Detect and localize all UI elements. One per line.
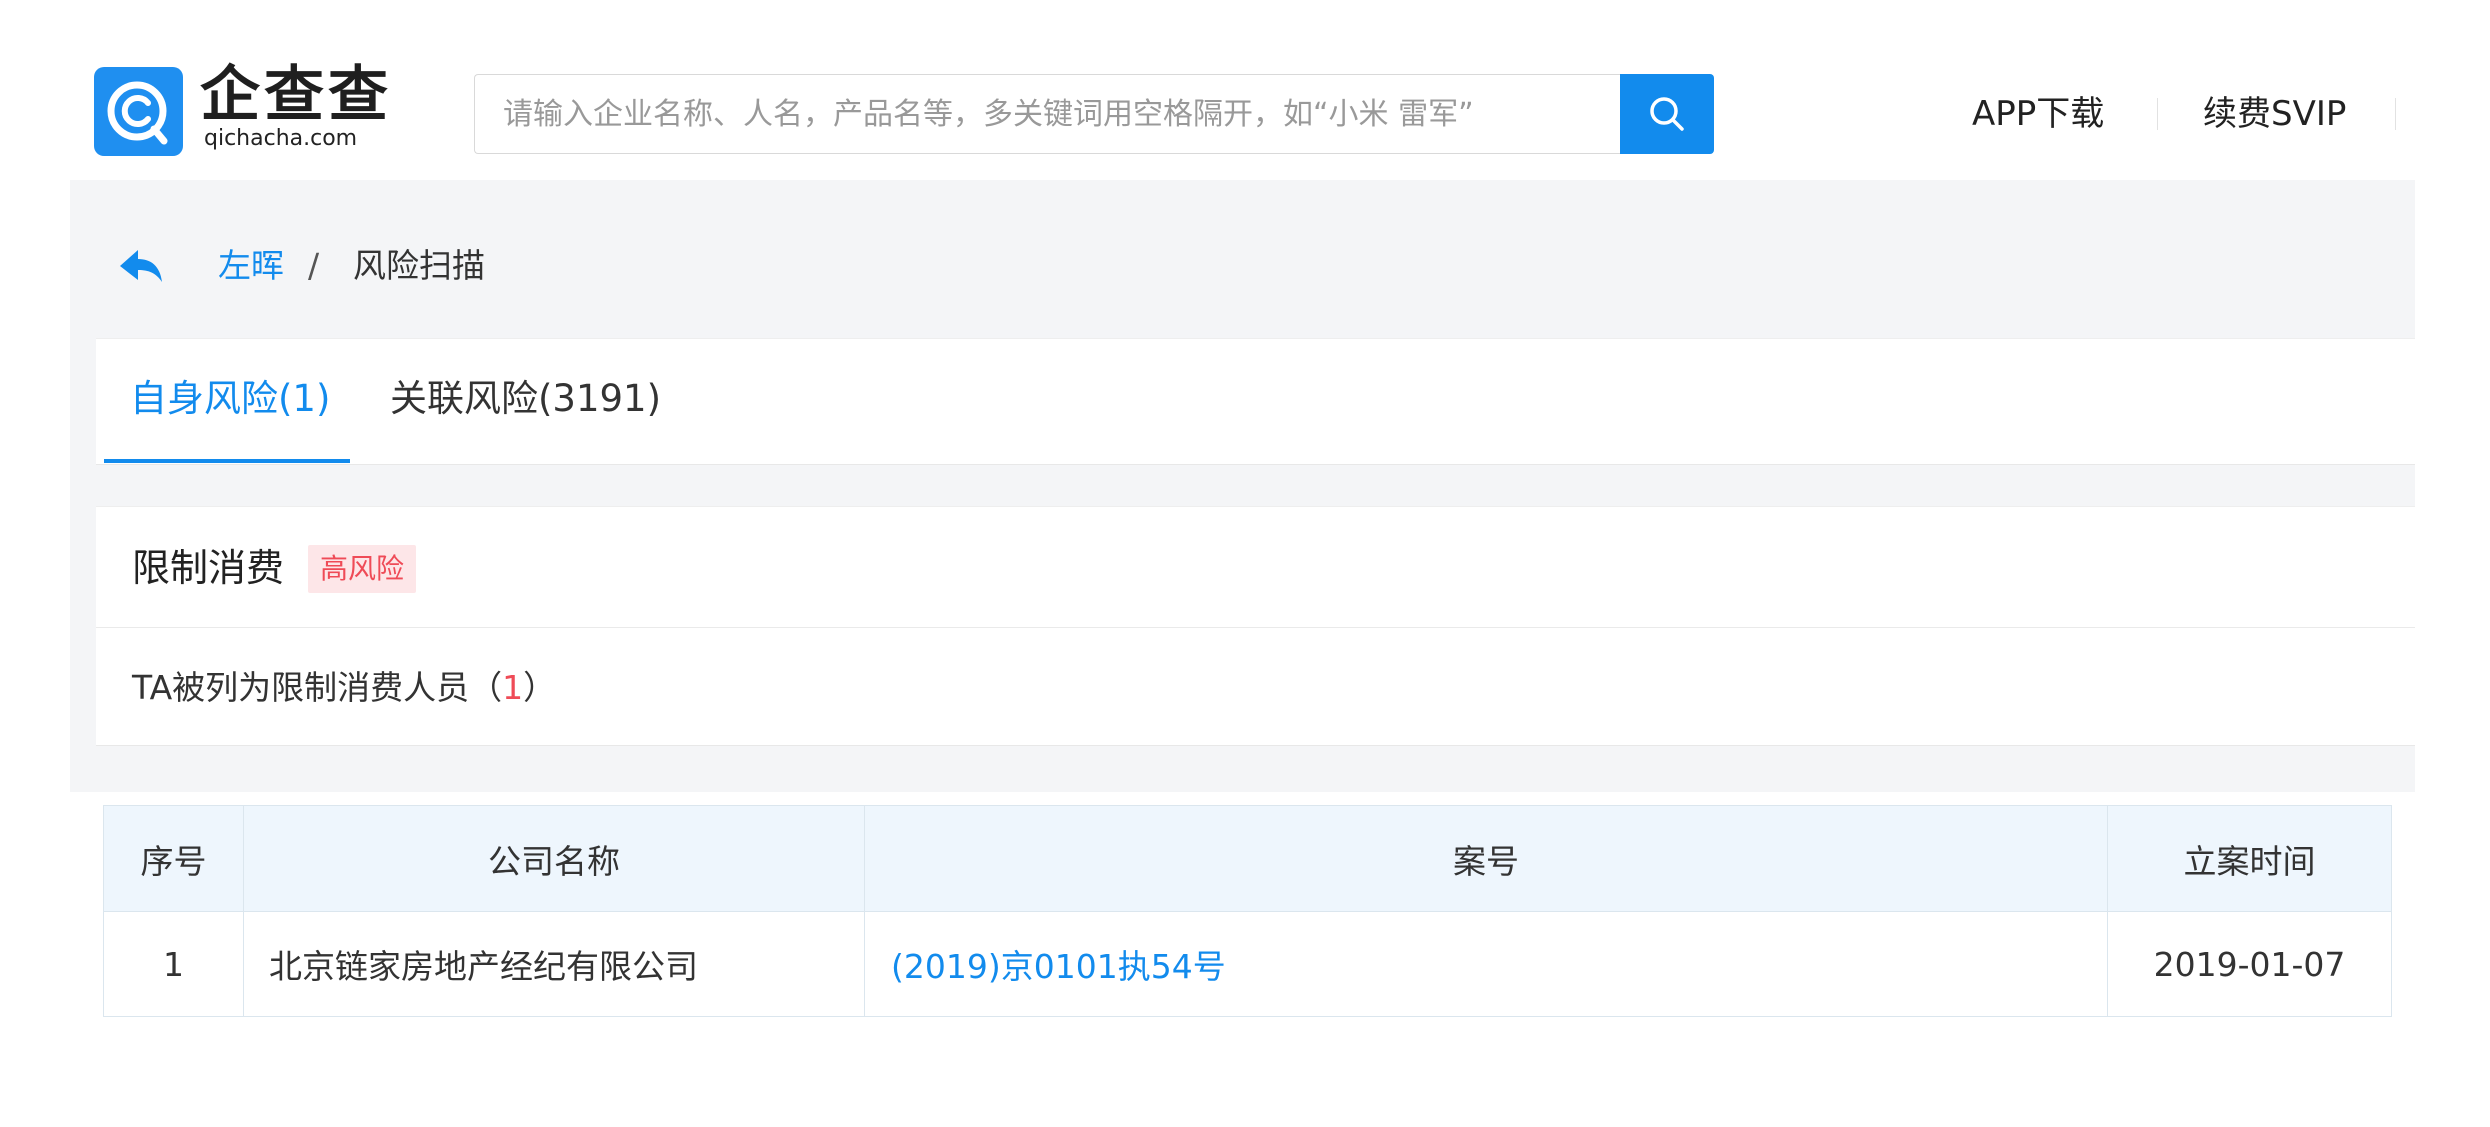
cell-company-name: 北京链家房地产经纪有限公司 [244, 912, 865, 1016]
qichacha-logo-icon[interactable] [94, 67, 183, 156]
risk-subtitle-prefix: TA被列为限制消费人员（ [132, 668, 503, 707]
table-header: 序号 公司名称 案号 立案时间 [104, 806, 2391, 912]
tab-related-risk[interactable]: 关联风险(3191) [390, 339, 661, 464]
risk-title: 限制消费 [132, 546, 285, 590]
cell-index: 1 [104, 912, 244, 1016]
nav-divider [2395, 98, 2396, 130]
back-arrow-icon[interactable] [118, 246, 164, 286]
search-input[interactable] [475, 75, 1620, 153]
risk-tabs: 自身风险(1) 关联风险(3191) [96, 338, 2415, 465]
search-button[interactable] [1620, 74, 1714, 154]
cell-filing-date: 2019-01-07 [2153, 944, 2346, 984]
table-row: 1 北京链家房地产经纪有限公司 (2019)京0101执54号 2019-01-… [104, 912, 2391, 1016]
breadcrumb-person-link[interactable]: 左晖 [218, 242, 284, 290]
column-header-company: 公司名称 [244, 806, 865, 911]
divider [96, 627, 2415, 628]
breadcrumb-separator: / [308, 246, 320, 285]
column-header-index: 序号 [104, 806, 244, 911]
nav-divider [2157, 98, 2158, 130]
high-risk-badge: 高风险 [308, 545, 417, 593]
column-header-filing-date: 立案时间 [2183, 841, 2316, 881]
top-header: 企查查 qichacha.com APP下载 续费SVIP [0, 0, 2490, 180]
risk-scan-panel: 左晖 / 风险扫描 自身风险(1) 关联风险(3191) 限制消费 高风险 TA… [70, 180, 2415, 792]
nav-renew-svip[interactable]: 续费SVIP [2203, 92, 2346, 136]
risk-subtitle-suffix: ） [523, 668, 557, 707]
column-header-case-number: 案号 [865, 806, 2108, 911]
restriction-table: 序号 公司名称 案号 立案时间 1 北京链家房地产经纪有限公司 (2019)京0… [103, 805, 2392, 1017]
breadcrumb-current: 风险扫描 [353, 246, 485, 285]
search-icon [1650, 97, 1684, 131]
logo-domain: qichacha.com [204, 126, 358, 151]
logo-wordmark[interactable]: 企查查 [200, 62, 392, 128]
active-tab-indicator [104, 459, 350, 463]
risk-subtitle: TA被列为限制消费人员（1） [132, 657, 556, 719]
risk-count: 1 [502, 668, 524, 707]
cell-case-number-link[interactable]: (2019)京0101执54号 [865, 912, 2108, 1016]
tab-self-risk[interactable]: 自身风险(1) [130, 339, 330, 464]
search-box [474, 74, 1620, 154]
risk-card-consumption-restriction: 限制消费 高风险 TA被列为限制消费人员（1） [96, 506, 2415, 746]
nav-app-download[interactable]: APP下载 [1972, 92, 2104, 136]
